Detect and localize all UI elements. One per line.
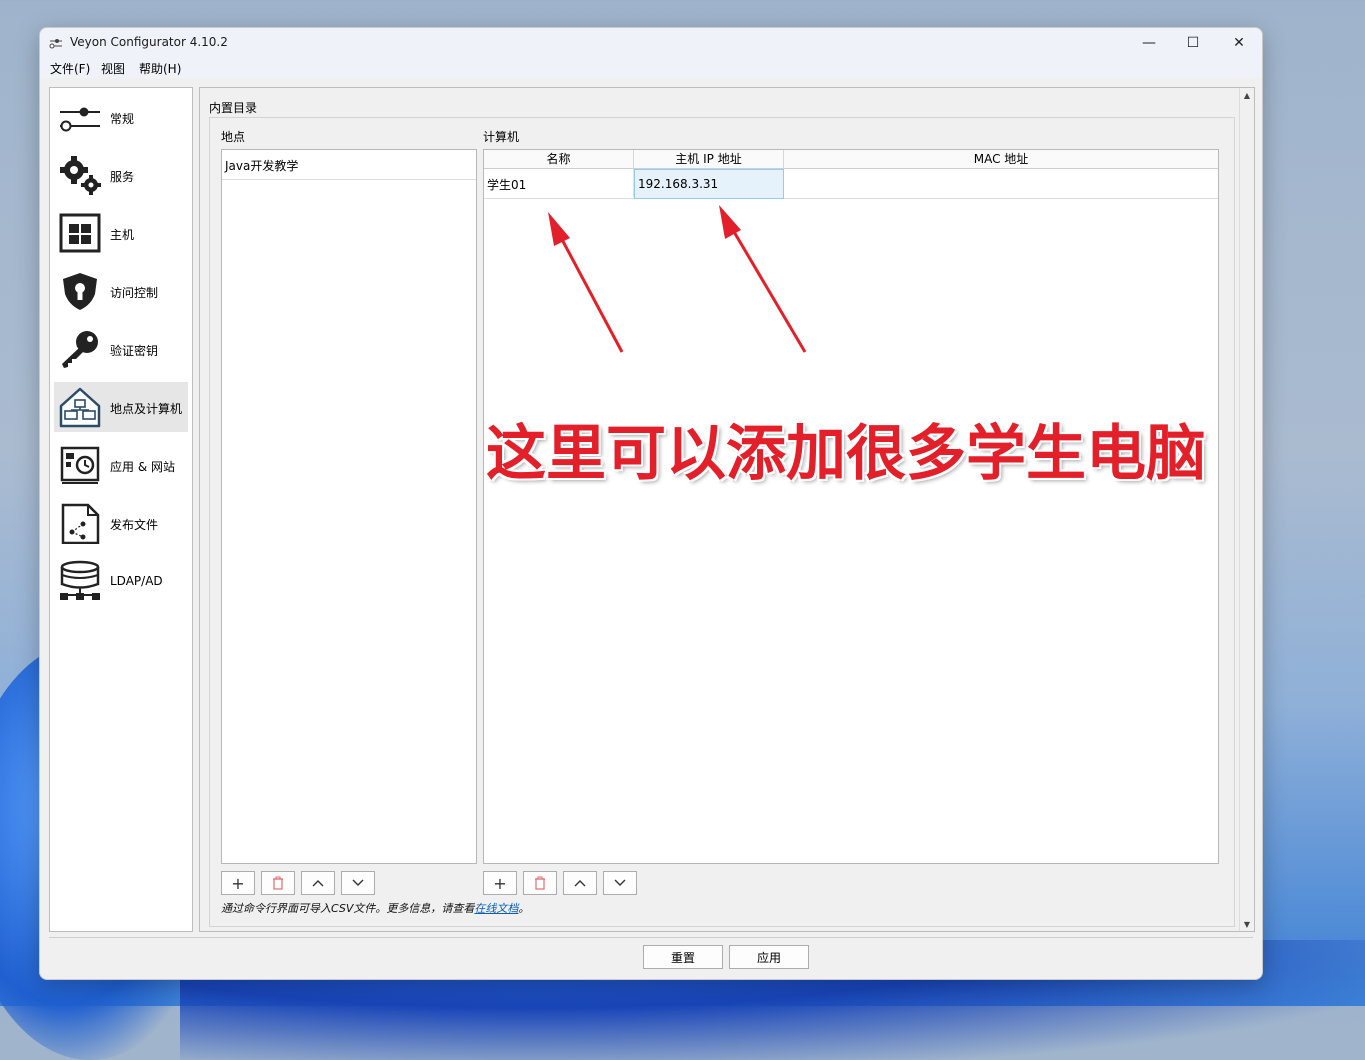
window-title: Veyon Configurator 4.10.2 [70, 35, 228, 49]
move-location-down-button[interactable] [341, 871, 375, 895]
sidebar-item-auth-keys[interactable]: 验证密钥 [54, 324, 188, 374]
trash-icon [535, 876, 545, 890]
scroll-up-icon[interactable]: ▲ [1240, 88, 1254, 102]
app-icon [49, 39, 62, 49]
configurator-window: Veyon Configurator 4.10.2 — ☐ ✕ 文件(F) 视图… [39, 27, 1263, 980]
chevron-down-icon [352, 879, 364, 886]
annotation-caption: 这里可以添加很多学生电脑 [486, 419, 1206, 489]
cell-ip-text: 192.168.3.31 [638, 177, 719, 191]
sidebar-item-access-control[interactable]: 访问控制 [54, 266, 188, 316]
document-share-icon [61, 503, 100, 544]
menu-help[interactable]: 帮助(H) [139, 60, 181, 77]
sidebar-item-label: 验证密钥 [110, 344, 159, 358]
csv-import-hint: 通过命令行界面可导入CSV文件。更多信息，请查看在线文档。 [221, 900, 529, 916]
remove-computer-button[interactable] [523, 871, 557, 895]
reset-button[interactable]: 重置 [643, 945, 723, 969]
locations-label: 地点 [221, 130, 246, 144]
footer-separator [49, 937, 1253, 938]
cell-mac[interactable] [784, 169, 1218, 197]
sidebar-item-label: 应用 & 网站 [110, 460, 175, 474]
location-name: Java开发教学 [225, 159, 299, 173]
column-header-mac[interactable]: MAC 地址 [784, 150, 1218, 168]
move-computer-up-button[interactable] [563, 871, 597, 895]
sidebar-item-apps-websites[interactable]: 应用 & 网站 [54, 440, 188, 490]
plus-icon: + [493, 873, 507, 893]
apply-button[interactable]: 应用 [729, 945, 809, 969]
cell-ip[interactable]: 192.168.3.31 [634, 169, 784, 199]
menu-bar: 文件(F) 视图 帮助(H) [40, 58, 1262, 78]
move-computer-down-button[interactable] [603, 871, 637, 895]
database-network-icon [60, 560, 100, 600]
hint-end: 。 [518, 902, 530, 915]
menu-file[interactable]: 文件(F) [50, 60, 90, 77]
shield-keyhole-icon [63, 273, 97, 310]
trash-icon [273, 876, 283, 890]
builtin-directory-group: 地点 计算机 Java开发教学 名称 主机 IP 地址 MAC 地址 学生01 … [209, 117, 1235, 927]
house-computers-icon [59, 387, 101, 428]
maximize-button[interactable]: ☐ [1170, 28, 1216, 58]
chevron-up-icon [574, 880, 586, 887]
close-button[interactable]: ✕ [1216, 28, 1262, 58]
sidebar-item-label: 访问控制 [110, 286, 159, 300]
sidebar-item-host[interactable]: 主机 [54, 208, 188, 258]
sidebar-item-service[interactable]: 服务 [54, 150, 188, 200]
table-row[interactable]: 学生01 192.168.3.31 [484, 169, 1218, 199]
hint-text: 通过命令行界面可导入CSV文件。更多信息，请查看 [221, 902, 475, 915]
sidebar-item-ldap[interactable]: LDAP/AD [54, 556, 188, 606]
computers-label: 计算机 [483, 130, 520, 144]
cell-name[interactable]: 学生01 [484, 169, 634, 197]
scroll-down-icon[interactable]: ▼ [1240, 917, 1254, 931]
move-location-up-button[interactable] [301, 871, 335, 895]
table-header: 名称 主机 IP 地址 MAC 地址 [484, 150, 1218, 169]
remove-location-button[interactable] [261, 871, 295, 895]
sidebar-item-label: 发布文件 [110, 518, 159, 532]
sidebar-item-label: 地点及计算机 [110, 402, 183, 416]
slider-icon [60, 107, 100, 132]
column-header-ip[interactable]: 主机 IP 地址 [634, 150, 784, 168]
add-computer-button[interactable]: + [483, 871, 517, 895]
list-item[interactable]: Java开发教学 [222, 150, 476, 180]
computers-table[interactable]: 名称 主机 IP 地址 MAC 地址 学生01 192.168.3.31 [483, 149, 1219, 864]
gears-icon [60, 156, 101, 195]
add-location-button[interactable]: + [221, 871, 255, 895]
locations-list[interactable]: Java开发教学 [221, 149, 477, 864]
vertical-scrollbar[interactable]: ▲ ▼ [1239, 88, 1254, 931]
sidebar-item-locations-computers[interactable]: 地点及计算机 [54, 382, 188, 432]
sidebar-item-general[interactable]: 常规 [54, 92, 188, 142]
menu-view[interactable]: 视图 [101, 60, 125, 77]
sidebar: 常规 服务 主机 访问控制 验证密钥 地点及计算机 应用 & 网站 发布文件 L… [49, 87, 193, 932]
sidebar-item-publish-files[interactable]: 发布文件 [54, 498, 188, 548]
chevron-down-icon [614, 879, 626, 886]
chevron-up-icon [312, 880, 324, 887]
sidebar-item-label: 主机 [110, 228, 135, 242]
maximize-icon: ☐ [1186, 35, 1200, 51]
plus-icon: + [231, 873, 245, 893]
minimize-button[interactable]: — [1126, 28, 1172, 58]
grid-window-icon [59, 213, 101, 253]
content-panel: 内置目录 地点 计算机 Java开发教学 名称 主机 IP 地址 MAC 地址 … [199, 87, 1255, 932]
sidebar-item-label: LDAP/AD [110, 574, 163, 588]
title-bar: Veyon Configurator 4.10.2 — ☐ ✕ [40, 28, 1262, 58]
sidebar-item-label: 常规 [110, 112, 135, 126]
minimize-icon: — [1142, 35, 1156, 51]
key-icon [62, 331, 98, 368]
section-title: 内置目录 [209, 101, 258, 115]
app-window-clock-icon [60, 446, 100, 484]
sidebar-item-label: 服务 [110, 170, 135, 184]
column-header-name[interactable]: 名称 [484, 150, 634, 168]
close-icon: ✕ [1233, 35, 1245, 51]
online-docs-link[interactable]: 在线文档 [474, 902, 518, 915]
cell-name-text: 学生01 [487, 178, 527, 192]
